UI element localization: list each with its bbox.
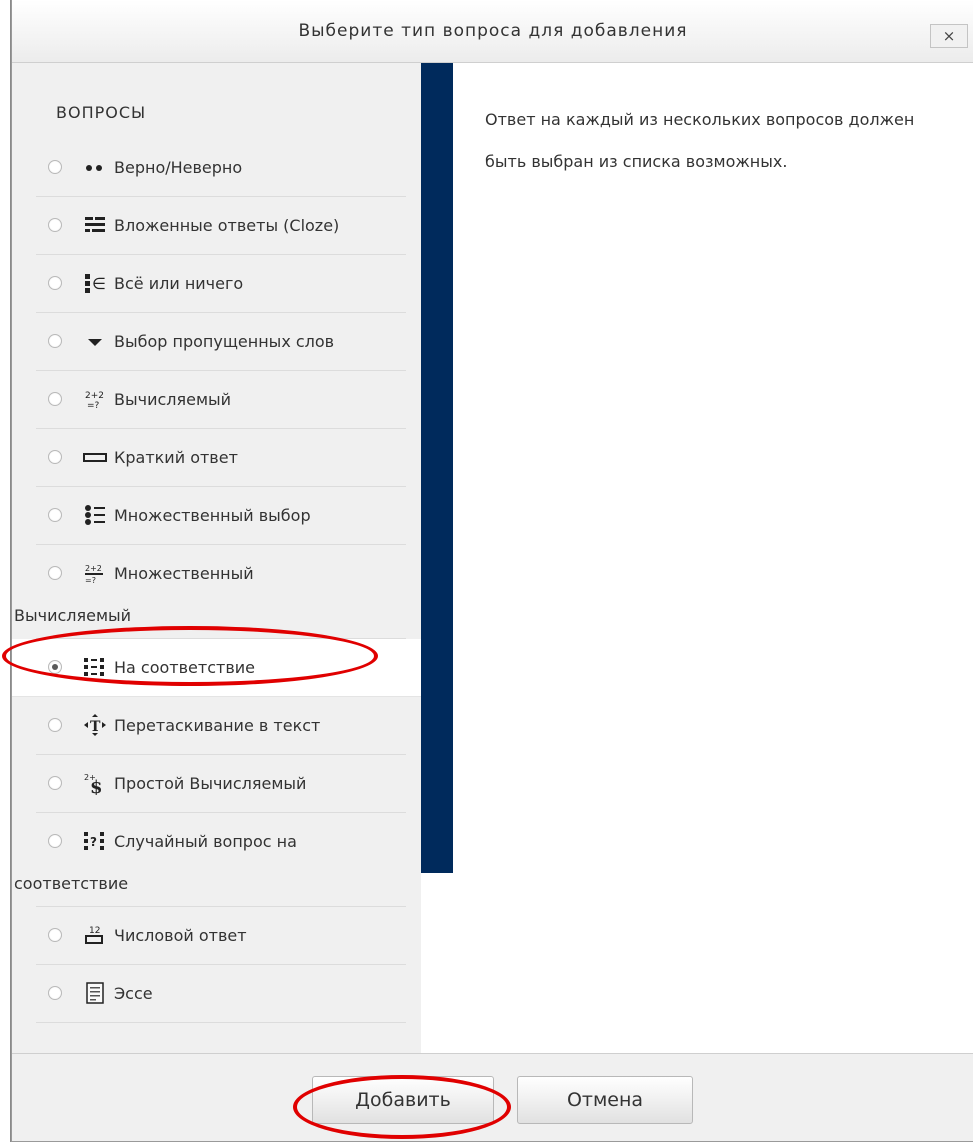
- option-all-or-nothing[interactable]: ∈ Всё или ничего: [36, 255, 406, 313]
- question-type-dialog: Выберите тип вопроса для добавления × ВО…: [11, 0, 973, 1142]
- dialog-titlebar: Выберите тип вопроса для добавления ×: [12, 0, 973, 63]
- option-simple-calculated[interactable]: 2+ $ Простой Вычисляемый: [36, 755, 406, 813]
- random-matching-icon: ?: [84, 832, 104, 850]
- radio-button[interactable]: [48, 508, 62, 522]
- option-label-line2: Вычисляемый: [14, 606, 132, 625]
- radio-button[interactable]: [48, 218, 62, 232]
- cloze-icon: [85, 217, 105, 232]
- svg-text:=?: =?: [85, 576, 96, 585]
- dialog-title: Выберите тип вопроса для добавления: [298, 21, 688, 41]
- question-types-panel: ВОПРОСЫ Верно/Неверно Вложенные ответы (…: [12, 63, 421, 1053]
- option-label: Эссе: [114, 984, 153, 1003]
- option-label-line2: соответствие: [14, 874, 129, 893]
- radio-button[interactable]: [48, 776, 62, 790]
- svg-text:T: T: [90, 719, 101, 735]
- option-label: Всё или ничего: [114, 274, 244, 293]
- close-icon: ×: [942, 27, 956, 45]
- numerical-icon: 12: [85, 926, 103, 944]
- radio-button[interactable]: [48, 276, 62, 290]
- option-calculated-multi[interactable]: 2+2 =? Множественный Вычисляемый: [14, 545, 406, 639]
- radio-button[interactable]: [48, 160, 62, 174]
- option-numerical[interactable]: 12 Числовой ответ: [36, 907, 406, 965]
- option-label: Множественный выбор: [114, 506, 311, 525]
- svg-text:∈: ∈: [92, 274, 106, 293]
- svg-text:?: ?: [90, 835, 97, 849]
- option-multichoice[interactable]: Множественный выбор: [36, 487, 406, 545]
- close-button[interactable]: ×: [930, 24, 968, 48]
- svg-text:=?: =?: [87, 401, 100, 411]
- drag-to-text-icon: T: [84, 714, 106, 736]
- option-cloze[interactable]: Вложенные ответы (Cloze): [36, 197, 406, 255]
- multichoice-icon: [85, 505, 105, 525]
- radio-button[interactable]: [48, 566, 62, 580]
- option-drag-to-text[interactable]: T Перетаскивание в текст: [36, 697, 406, 755]
- option-short-answer[interactable]: Краткий ответ: [36, 429, 406, 487]
- question-type-description: Ответ на каждый из нескольких вопросов д…: [485, 110, 915, 171]
- option-label-line1: Случайный вопрос на: [114, 832, 297, 851]
- option-label: Числовой ответ: [114, 926, 247, 945]
- radio-button[interactable]: [48, 928, 62, 942]
- matching-icon: [84, 658, 104, 676]
- option-essay[interactable]: Эссе: [36, 965, 406, 1023]
- section-label: ВОПРОСЫ: [56, 103, 147, 122]
- radio-button[interactable]: [48, 392, 62, 406]
- radio-button[interactable]: [48, 986, 62, 1000]
- svg-text:2+2: 2+2: [85, 564, 102, 573]
- option-label: Случайный вопрос на соответствие: [14, 821, 404, 905]
- option-random-matching[interactable]: ? Случайный вопрос на соответствие: [14, 813, 406, 907]
- radio-button-selected[interactable]: [48, 660, 62, 674]
- simple-calculated-icon: 2+ $: [84, 773, 103, 795]
- svg-text:12: 12: [89, 926, 100, 936]
- essay-icon: [86, 982, 104, 1004]
- option-label: Верно/Неверно: [114, 158, 243, 177]
- panel-divider: [421, 63, 453, 873]
- all-or-nothing-icon: ∈: [85, 274, 106, 293]
- radio-button[interactable]: [48, 334, 62, 348]
- calculated-icon: 2+2 =?: [85, 391, 104, 411]
- option-label: Простой Вычисляемый: [114, 774, 307, 793]
- radio-button[interactable]: [48, 450, 62, 464]
- option-label: На соответствие: [114, 658, 255, 677]
- calculated-multi-icon: 2+2 =?: [85, 564, 103, 585]
- dropdown-select-icon: [88, 339, 102, 346]
- radio-button[interactable]: [48, 718, 62, 732]
- svg-text:$: $: [90, 777, 103, 795]
- option-label-line1: Множественный: [114, 564, 254, 583]
- left-window-edge: [0, 0, 11, 1142]
- option-label: Выбор пропущенных слов: [114, 332, 335, 351]
- option-label: Вычисляемый: [114, 390, 232, 409]
- option-label: Множественный Вычисляемый: [14, 553, 404, 637]
- option-true-false[interactable]: Верно/Неверно: [36, 139, 406, 197]
- dialog-footer: Добавить Отмена: [12, 1053, 973, 1141]
- add-button[interactable]: Добавить: [312, 1076, 494, 1124]
- option-calculated[interactable]: 2+2 =? Вычисляемый: [36, 371, 406, 429]
- option-label: Вложенные ответы (Cloze): [114, 216, 340, 235]
- cancel-button[interactable]: Отмена: [517, 1076, 693, 1124]
- svg-text:2+2: 2+2: [85, 391, 104, 401]
- option-label: Краткий ответ: [114, 448, 238, 467]
- radio-dot: [52, 664, 58, 670]
- option-label: Перетаскивание в текст: [114, 716, 321, 735]
- true-false-icon: [86, 165, 102, 171]
- option-matching[interactable]: На соответствие: [12, 639, 421, 697]
- radio-button[interactable]: [48, 834, 62, 848]
- option-gap-select[interactable]: Выбор пропущенных слов: [36, 313, 406, 371]
- short-answer-icon: [83, 453, 107, 462]
